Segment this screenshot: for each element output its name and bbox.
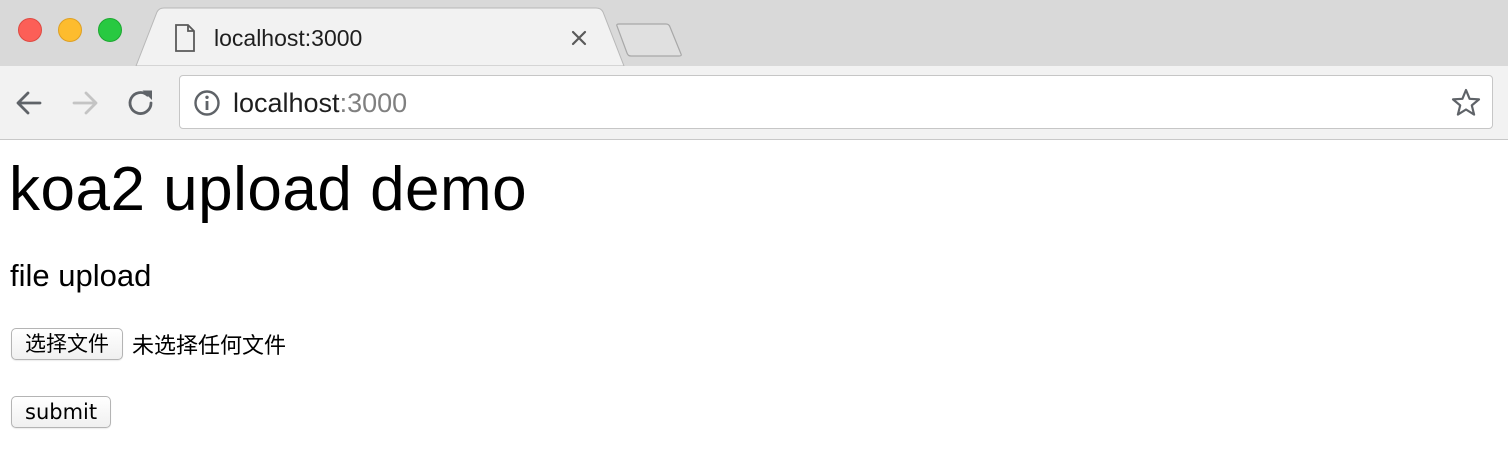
new-tab-button[interactable] xyxy=(614,22,684,58)
browser-toolbar: localhost:3000 xyxy=(0,66,1508,140)
page-content: koa2 upload demo file upload 选择文件 未选择任何文… xyxy=(0,140,1508,466)
url-text[interactable]: localhost:3000 xyxy=(233,86,407,120)
forward-arrow-icon[interactable] xyxy=(68,86,102,120)
reload-icon[interactable] xyxy=(124,86,158,120)
section-title: file upload xyxy=(10,258,152,293)
url-host: localhost xyxy=(233,88,340,118)
tab-strip: localhost:3000 xyxy=(0,0,1508,66)
page-icon xyxy=(175,24,195,52)
close-tab-icon[interactable] xyxy=(568,27,590,49)
url-port: :3000 xyxy=(339,88,408,118)
page-title: koa2 upload demo xyxy=(9,155,528,224)
address-bar[interactable]: localhost:3000 xyxy=(179,75,1493,129)
back-arrow-icon[interactable] xyxy=(12,86,46,120)
file-input[interactable]: 选择文件 未选择任何文件 xyxy=(11,327,286,361)
choose-file-button[interactable]: 选择文件 xyxy=(11,328,123,360)
tab-title[interactable]: localhost:3000 xyxy=(214,24,362,52)
submit-button[interactable]: submit xyxy=(11,396,112,428)
file-status-text: 未选择任何文件 xyxy=(132,334,287,359)
info-icon[interactable] xyxy=(193,89,221,117)
bookmark-star-icon[interactable] xyxy=(1450,87,1482,119)
